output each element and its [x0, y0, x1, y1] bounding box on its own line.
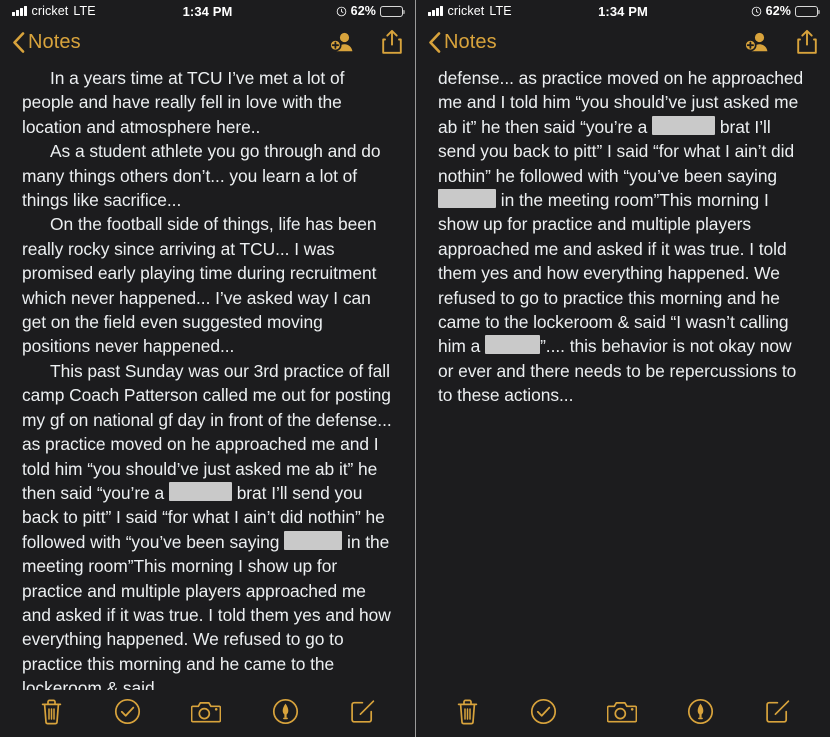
markup-button[interactable]	[687, 698, 714, 730]
alarm-clock-icon	[751, 6, 761, 16]
redacted-text-block	[438, 189, 496, 209]
trash-icon	[39, 698, 64, 730]
clock-label: 1:34 PM	[598, 3, 648, 19]
note-paragraph: In a years time at TCU I’ve met a lot of…	[22, 66, 393, 139]
status-bar-right: 62%	[648, 4, 821, 18]
back-to-notes-button[interactable]: Notes	[12, 31, 329, 54]
clock-label: 1:34 PM	[182, 3, 233, 19]
battery-percent-label: 62%	[350, 4, 376, 18]
note-text-run: In a years time at TCU I’ve met a lot of…	[22, 68, 345, 137]
compose-button[interactable]	[349, 698, 376, 730]
camera-icon	[606, 699, 638, 729]
alarm-clock-icon	[336, 6, 346, 16]
note-text-run: On the football side of things, life has…	[22, 214, 377, 357]
battery-percent-label: 62%	[765, 4, 791, 18]
note-text-left: In a years time at TCU I’ve met a lot of…	[22, 62, 393, 690]
battery-icon	[795, 5, 821, 17]
add-person-icon[interactable]	[744, 30, 770, 54]
note-paragraph: As a student athlete you go through and …	[22, 139, 393, 212]
network-type-label: LTE	[73, 4, 96, 18]
note-text-run: in the meeting room”This morning I show …	[22, 531, 391, 690]
share-icon[interactable]	[796, 29, 818, 55]
carrier-label: cricket	[447, 4, 485, 18]
back-button-label: Notes	[28, 30, 81, 53]
note-text-run: As a student athlete you go through and …	[22, 141, 381, 211]
navigation-bar: Notes	[0, 22, 415, 62]
markup-pen-icon	[272, 698, 299, 730]
compose-icon	[349, 698, 376, 730]
checklist-button[interactable]	[114, 698, 141, 730]
back-button-label: Notes	[444, 30, 497, 53]
redacted-text-block	[168, 481, 232, 501]
notes-panel-right: cricket LTE 1:34 PM 62% Notes defense...…	[415, 0, 830, 737]
note-body-left[interactable]: In a years time at TCU I’ve met a lot of…	[0, 62, 415, 690]
status-bar-left: cricket LTE	[428, 4, 598, 18]
note-body-right[interactable]: defense... as practice moved on he appro…	[416, 62, 830, 690]
carrier-label: cricket	[31, 4, 69, 18]
dual-panel-screenshot: cricket LTE 1:34 PM 62% Notes In a years…	[0, 0, 830, 737]
delete-button[interactable]	[39, 698, 64, 730]
camera-icon	[191, 699, 222, 729]
markup-button[interactable]	[272, 698, 299, 730]
camera-button[interactable]	[606, 699, 638, 729]
navigation-actions	[329, 29, 403, 55]
status-bar: cricket LTE 1:34 PM 62%	[416, 0, 830, 22]
note-text-right: defense... as practice moved on he appro…	[438, 62, 808, 408]
delete-button[interactable]	[455, 698, 480, 730]
navigation-bar: Notes	[416, 22, 830, 62]
note-text-run: in the meeting room”This morning I show …	[438, 190, 789, 357]
signal-bars-icon	[428, 6, 443, 16]
bottom-toolbar-right	[416, 690, 830, 737]
note-paragraph: On the football side of things, life has…	[22, 212, 393, 358]
note-paragraph: defense... as practice moved on he appro…	[438, 66, 808, 408]
redacted-text-block	[284, 530, 343, 550]
status-bar-left: cricket LTE	[12, 4, 183, 18]
share-icon[interactable]	[381, 29, 403, 55]
back-to-notes-button[interactable]: Notes	[428, 31, 744, 54]
status-bar-right: 62%	[232, 4, 406, 18]
redacted-text-block	[652, 115, 716, 135]
signal-bars-icon	[12, 6, 27, 16]
navigation-actions	[744, 29, 818, 55]
check-circle-icon	[530, 698, 557, 730]
chevron-left-icon	[429, 31, 441, 53]
note-paragraph: This past Sunday was our 3rd practice of…	[22, 359, 393, 690]
redacted-text-block	[485, 335, 541, 355]
add-person-icon[interactable]	[329, 30, 355, 54]
trash-icon	[455, 698, 480, 730]
compose-button[interactable]	[764, 698, 791, 730]
notes-panel-left: cricket LTE 1:34 PM 62% Notes In a years…	[0, 0, 415, 737]
checklist-button[interactable]	[530, 698, 557, 730]
compose-icon	[764, 698, 791, 730]
check-circle-icon	[114, 698, 141, 730]
battery-icon	[380, 5, 406, 17]
status-bar: cricket LTE 1:34 PM 62%	[0, 0, 415, 22]
chevron-left-icon	[13, 31, 25, 53]
markup-pen-icon	[687, 698, 714, 730]
network-type-label: LTE	[489, 4, 512, 18]
bottom-toolbar-left	[0, 690, 415, 737]
camera-button[interactable]	[191, 699, 222, 729]
